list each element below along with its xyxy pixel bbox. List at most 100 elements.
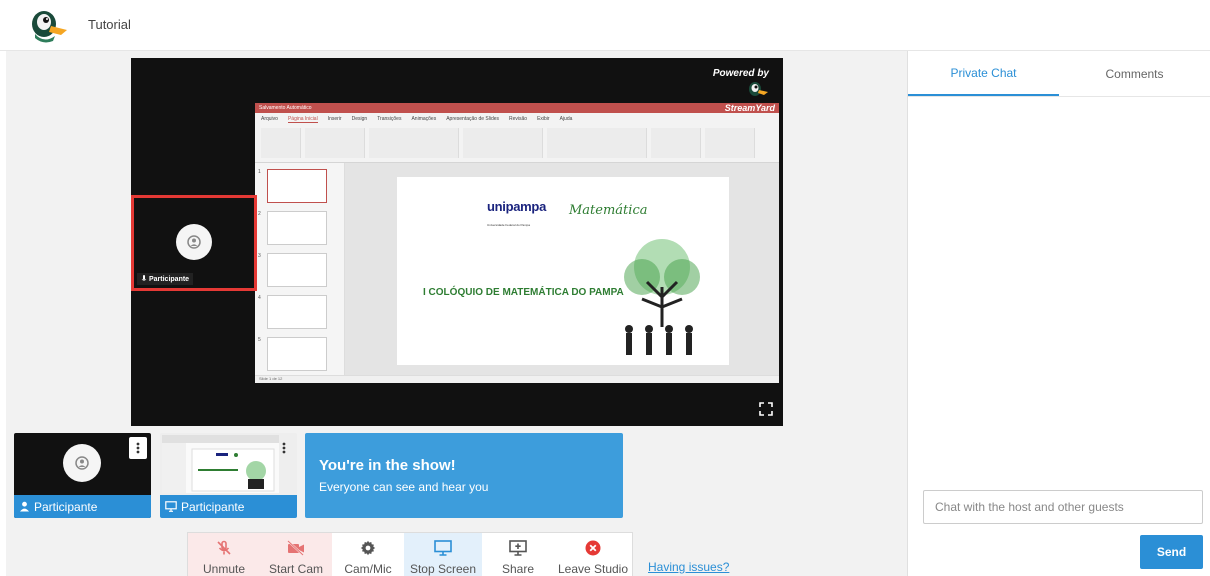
ppt-thumbnail-pane: 1 2 3 4 5	[255, 163, 345, 375]
thumb-number: 4	[258, 295, 261, 301]
mic-icon	[141, 275, 147, 281]
ppt-brand-watermark: StreamYard	[724, 103, 775, 113]
camera-off-icon	[287, 540, 304, 556]
stop-screen-button[interactable]: Stop Screen	[404, 533, 482, 576]
ppt-menu-item: Página Inicial	[287, 116, 318, 123]
ppt-menu-item: Transições	[377, 116, 402, 122]
monitor-icon	[165, 501, 177, 512]
more-vertical-icon	[282, 442, 286, 454]
cam-mic-label: Cam/Mic	[344, 562, 392, 576]
chat-panel: Private Chat Comments Send	[907, 51, 1210, 576]
ppt-autosave-label: Salvamento Automático	[259, 105, 312, 111]
unmute-label: Unmute	[202, 562, 246, 576]
ppt-group	[705, 128, 755, 158]
share-icon	[509, 540, 527, 556]
chat-input[interactable]	[923, 490, 1203, 524]
tab-comments[interactable]: Comments	[1059, 51, 1210, 96]
participant-name: Participante	[149, 275, 190, 283]
mic-off-icon	[217, 540, 231, 555]
tab-private-chat[interactable]: Private Chat	[908, 51, 1059, 96]
tile-participant-name: Participante	[34, 499, 98, 514]
ppt-menu-item: Revisão	[509, 116, 528, 122]
banner-title: You're in the show!	[319, 457, 456, 474]
ppt-status-bar: Slide 1 de 12	[255, 375, 779, 383]
slide-thumbnail	[267, 169, 327, 203]
ppt-ribbon-groups	[255, 126, 779, 160]
slide-thumbnail	[267, 337, 327, 371]
participant-screen-tile[interactable]: Participante	[160, 433, 297, 518]
slide-thumbnail	[267, 295, 327, 329]
leave-studio-button[interactable]: Leave Studio	[554, 533, 632, 576]
current-slide: unipampa Universidade Federal do Pampa M…	[397, 177, 729, 365]
slide-count-label: Slide 1 de 12	[259, 376, 283, 381]
ppt-menu-item: Design	[351, 116, 368, 122]
person-icon	[75, 456, 89, 470]
ppt-menu-item: Apresentação de Slides	[446, 116, 500, 122]
unipampa-logo: unipampa	[487, 199, 546, 214]
thumb-number: 2	[258, 211, 261, 217]
slide-thumbnail	[267, 211, 327, 245]
ppt-group	[463, 128, 543, 158]
ppt-group	[261, 128, 301, 158]
unipampa-subtitle: Universidade Federal do Pampa	[487, 223, 531, 227]
ppt-menu-item: Animações	[411, 116, 437, 122]
app-title: Tutorial	[88, 17, 131, 32]
tree-illustration-icon	[624, 239, 700, 355]
banner-subtitle: Everyone can see and hear you	[319, 480, 489, 494]
send-button[interactable]: Send	[1140, 535, 1203, 569]
slide-preview-icon	[162, 435, 279, 493]
thumb-number: 5	[258, 337, 261, 343]
ppt-group	[369, 128, 459, 158]
tile-menu-button[interactable]	[275, 437, 293, 459]
tile-participant-name: Participante	[181, 499, 245, 514]
ppt-menu-item: Inserir	[327, 116, 342, 122]
ppt-menu: Arquivo Página Inicial Inserir Design Tr…	[255, 113, 779, 126]
close-circle-icon	[585, 540, 601, 556]
tile-menu-button[interactable]	[129, 437, 147, 459]
start-cam-button[interactable]: Start Cam	[260, 533, 332, 576]
ppt-slide-canvas: unipampa Universidade Federal do Pampa M…	[345, 163, 779, 375]
ppt-group	[547, 128, 647, 158]
tile-footer: Participante	[14, 495, 151, 518]
shared-screen: Salvamento Automático StreamYard Arquivo…	[255, 103, 779, 383]
ppt-group	[305, 128, 365, 158]
having-issues-link[interactable]: Having issues?	[648, 560, 729, 574]
monitor-icon	[434, 540, 452, 556]
chat-tabs: Private Chat Comments	[908, 51, 1210, 97]
ppt-menu-item: Exibir	[537, 116, 550, 122]
broadcast-stage: Powered by Salvamento Automático StreamY…	[131, 58, 783, 426]
start-cam-label: Start Cam	[268, 562, 323, 576]
screen-preview	[162, 435, 279, 493]
avatar	[63, 444, 101, 482]
thumb-number: 1	[258, 169, 261, 175]
participant-name-tag: Participante	[137, 273, 194, 285]
more-vertical-icon	[136, 442, 140, 454]
unmute-button[interactable]: Unmute	[188, 533, 260, 576]
ppt-group	[651, 128, 701, 158]
in-show-banner: You're in the show! Everyone can see and…	[305, 433, 623, 518]
gear-icon	[360, 540, 376, 556]
slide-thumbnail	[267, 253, 327, 287]
ppt-body: 1 2 3 4 5 unipampa Universidade Federal …	[255, 163, 779, 375]
share-button[interactable]: Share	[482, 533, 554, 576]
streamyard-duck-icon	[749, 82, 768, 96]
person-icon	[187, 235, 201, 249]
stage-participant-tile: Participante	[131, 195, 257, 291]
tile-footer: Participante	[160, 495, 297, 518]
avatar	[176, 224, 212, 260]
top-bar: Tutorial	[0, 0, 1210, 51]
ppt-ribbon: Arquivo Página Inicial Inserir Design Tr…	[255, 113, 779, 163]
ppt-title-bar: Salvamento Automático StreamYard	[255, 103, 779, 113]
studio-controls: Unmute Start Cam Cam/Mic Stop Screen Sha…	[187, 532, 633, 576]
ppt-menu-item: Arquivo	[261, 116, 278, 122]
matematica-logo: Matemática	[569, 203, 648, 218]
leave-studio-label: Leave Studio	[557, 562, 629, 576]
stop-screen-label: Stop Screen	[409, 562, 477, 576]
cam-mic-settings-button[interactable]: Cam/Mic	[332, 533, 404, 576]
thumb-number: 3	[258, 253, 261, 259]
participant-camera-tile[interactable]: Participante	[14, 433, 151, 518]
share-label: Share	[501, 562, 535, 576]
person-icon	[20, 501, 29, 512]
powered-by-text: Powered by	[712, 68, 769, 79]
fullscreen-icon[interactable]	[759, 402, 773, 416]
